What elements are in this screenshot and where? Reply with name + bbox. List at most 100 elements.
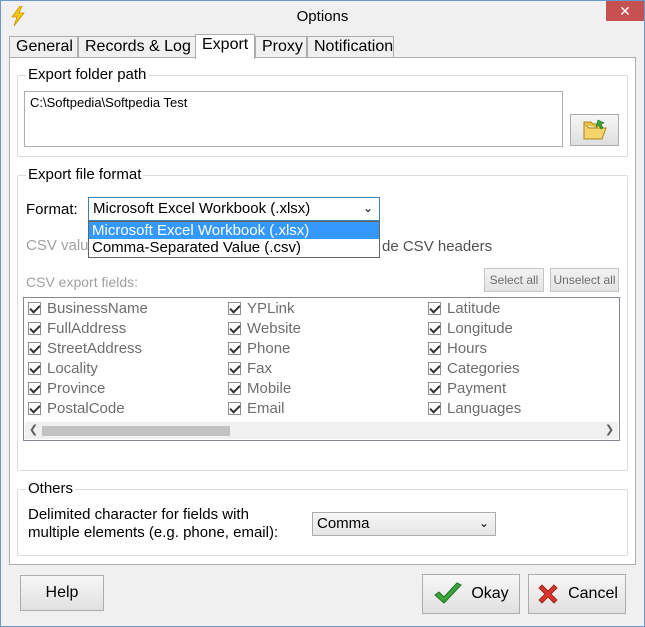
- scroll-right-icon[interactable]: ❯: [601, 422, 618, 439]
- tab-notification[interactable]: Notification: [307, 36, 394, 58]
- window-title: Options: [296, 8, 349, 25]
- field-checkbox[interactable]: Latitude: [428, 300, 500, 317]
- others-group-label: Others: [26, 480, 76, 497]
- tab-general[interactable]: General: [9, 36, 78, 58]
- cancel-button-label: Cancel: [568, 585, 618, 602]
- format-select-value: Microsoft Excel Workbook (.xlsx): [93, 200, 311, 217]
- format-option-xlsx[interactable]: Microsoft Excel Workbook (.xlsx): [89, 222, 379, 239]
- field-checkbox[interactable]: BusinessName: [28, 300, 148, 317]
- checkbox-checked-icon: [28, 402, 41, 415]
- browse-folder-button[interactable]: [570, 114, 619, 146]
- field-label: Hours: [447, 340, 488, 357]
- field-label: PostalCode: [47, 400, 125, 417]
- scroll-left-icon[interactable]: ❮: [25, 422, 42, 439]
- scrollbar-thumb[interactable]: [42, 426, 230, 436]
- field-label: Languages: [447, 400, 522, 417]
- close-button[interactable]: ✕: [606, 1, 644, 21]
- checkbox-checked-icon: [428, 322, 441, 335]
- field-label: Email: [247, 400, 285, 417]
- csv-export-fields-label: CSV export fields:: [26, 274, 139, 290]
- horizontal-scrollbar[interactable]: ❮ ❯: [25, 422, 618, 439]
- field-label: Payment: [447, 380, 507, 397]
- open-folder-icon: [583, 119, 607, 140]
- export-folder-group-label: Export folder path: [26, 66, 149, 83]
- chevron-down-icon: ⌄: [362, 201, 373, 215]
- field-checkbox[interactable]: Mobile: [228, 380, 291, 397]
- field-label: Categories: [447, 360, 520, 377]
- checkbox-checked-icon: [228, 302, 241, 315]
- field-checkbox[interactable]: Email: [228, 400, 285, 417]
- csv-fields-list: BusinessName FullAddress StreetAddress L…: [23, 297, 620, 441]
- checkbox-checked-icon: [28, 362, 41, 375]
- format-select[interactable]: Microsoft Excel Workbook (.xlsx) ⌄: [88, 197, 380, 221]
- others-group: Others Delimited character for fields wi…: [17, 480, 628, 556]
- checkbox-checked-icon: [228, 322, 241, 335]
- include-csv-headers-label[interactable]: de CSV headers: [382, 238, 492, 255]
- field-checkbox[interactable]: Languages: [428, 400, 521, 417]
- okay-button[interactable]: Okay: [422, 574, 520, 614]
- field-label: FullAddress: [47, 320, 127, 337]
- tab-export[interactable]: Export: [195, 34, 255, 59]
- chevron-down-icon: ⌄: [478, 516, 489, 530]
- field-label: Fax: [247, 360, 273, 377]
- field-checkbox[interactable]: FullAddress: [28, 320, 126, 337]
- field-checkbox[interactable]: Fax: [228, 360, 272, 377]
- cancel-button[interactable]: Cancel: [528, 574, 626, 614]
- field-checkbox[interactable]: Payment: [428, 380, 506, 397]
- help-button-label: Help: [45, 584, 79, 601]
- field-label: BusinessName: [47, 300, 148, 317]
- csv-value-label: CSV valu: [26, 237, 89, 254]
- export-format-group-label: Export file format: [26, 166, 144, 183]
- export-folder-path-input[interactable]: C:\Softpedia\Softpedia Test: [24, 91, 563, 147]
- checkbox-checked-icon: [228, 342, 241, 355]
- format-label: Format:: [26, 201, 78, 218]
- field-label: Mobile: [247, 380, 292, 397]
- unselect-all-button[interactable]: Unselect all: [550, 268, 619, 292]
- field-checkbox[interactable]: YPLink: [228, 300, 295, 317]
- field-checkbox[interactable]: Longitude: [428, 320, 513, 337]
- tab-records-log[interactable]: Records & Log: [78, 36, 196, 58]
- field-label: Province: [47, 380, 106, 397]
- field-label: Phone: [247, 340, 291, 357]
- title-bar: Options ✕: [1, 1, 644, 32]
- export-folder-group: Export folder path C:\Softpedia\Softpedi…: [17, 66, 628, 157]
- checkbox-checked-icon: [228, 382, 241, 395]
- checkbox-checked-icon: [428, 302, 441, 315]
- field-label: Latitude: [447, 300, 501, 317]
- checkbox-checked-icon: [28, 302, 41, 315]
- field-checkbox[interactable]: Phone: [228, 340, 290, 357]
- checkmark-icon: [434, 582, 463, 604]
- checkbox-checked-icon: [228, 402, 241, 415]
- okay-button-label: Okay: [471, 585, 509, 602]
- checkbox-checked-icon: [28, 322, 41, 335]
- checkbox-checked-icon: [228, 362, 241, 375]
- help-button[interactable]: Help: [20, 575, 104, 611]
- field-label: Longitude: [447, 320, 513, 337]
- field-checkbox[interactable]: Website: [228, 320, 301, 337]
- field-label: StreetAddress: [47, 340, 143, 357]
- delimiter-select-value: Comma: [317, 515, 370, 532]
- checkbox-checked-icon: [28, 382, 41, 395]
- format-dropdown-list: Microsoft Excel Workbook (.xlsx) Comma-S…: [88, 221, 380, 258]
- select-all-button[interactable]: Select all: [484, 268, 544, 292]
- field-label: Locality: [47, 360, 98, 377]
- checkbox-checked-icon: [428, 342, 441, 355]
- field-checkbox[interactable]: Categories: [428, 360, 520, 377]
- tab-proxy[interactable]: Proxy: [255, 36, 307, 58]
- field-checkbox[interactable]: StreetAddress: [28, 340, 142, 357]
- delimiter-select[interactable]: Comma ⌄: [312, 512, 496, 536]
- checkbox-checked-icon: [28, 342, 41, 355]
- format-option-csv[interactable]: Comma-Separated Value (.csv): [89, 239, 379, 256]
- field-checkbox[interactable]: Province: [28, 380, 105, 397]
- options-window: Options ✕ General Records & Log Export P…: [0, 0, 645, 627]
- field-label: YPLink: [247, 300, 295, 317]
- delimiter-label-line1: Delimited character for fields with: [28, 506, 249, 523]
- checkbox-checked-icon: [428, 402, 441, 415]
- field-checkbox[interactable]: Hours: [428, 340, 487, 357]
- field-checkbox[interactable]: Locality: [28, 360, 98, 377]
- export-tab-panel: Export folder path C:\Softpedia\Softpedi…: [9, 57, 636, 565]
- field-label: Website: [247, 320, 301, 337]
- delimiter-label-line2: multiple elements (e.g. phone, email):: [28, 524, 279, 541]
- field-checkbox[interactable]: PostalCode: [28, 400, 125, 417]
- checkbox-checked-icon: [428, 382, 441, 395]
